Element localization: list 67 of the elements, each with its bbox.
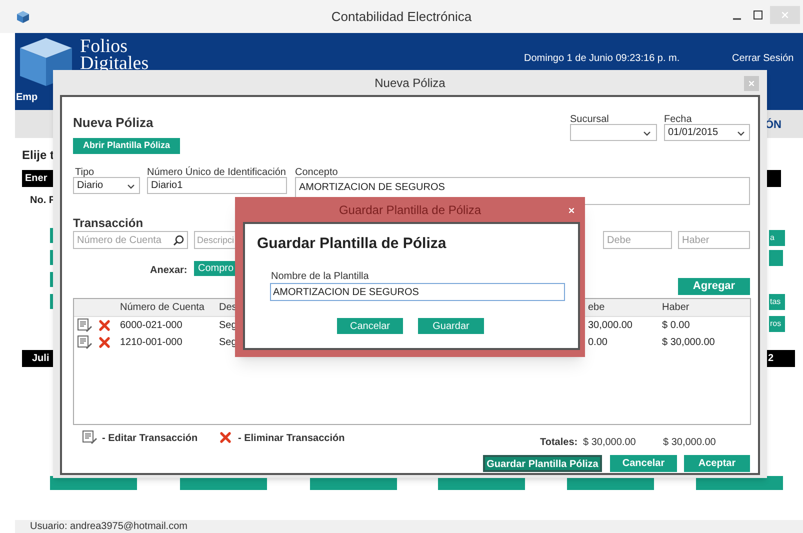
add-button[interactable]: Agregar [678,278,750,295]
legend-text: - Editar Transacción [102,432,198,446]
field-label: Nombre de la Plantilla [271,270,369,284]
close-icon [568,208,574,212]
cube-logo-icon [18,36,74,88]
column-header: ebe [588,301,605,315]
table-cell-text: 1210-001-000 [120,336,182,350]
nav-item[interactable]: Emp [16,90,38,105]
modal-button[interactable]: Cancelar [337,318,403,334]
total-value: $ 30,000.00 [663,436,716,450]
column-header: Haber [662,301,690,315]
field-label: Anexar: [150,264,188,278]
table-cell-text: $ 0.00 [662,319,690,333]
edit-icon [82,430,98,445]
legend-text: - Eliminar Transacción [238,432,345,446]
column-header: Número de Cuenta [120,301,204,315]
form-title: Nueva Póliza [73,114,154,132]
table-cell-text: 30,000.00 [588,319,632,333]
month-bar: 2 [765,350,795,367]
delete-icon [219,431,232,444]
delete-icon[interactable] [98,336,111,349]
dialog-title: Nueva Póliza [374,74,446,92]
search-icon [173,234,184,246]
edit-icon[interactable] [77,318,93,333]
date-time: Domingo 1 de Junio 09:23:16 p. m. [524,52,680,66]
branch-select[interactable] [570,124,657,141]
brand-name: Folios [80,38,128,56]
side-button[interactable]: a [769,230,785,246]
account-search-field[interactable]: Número de Cuenta [73,231,188,249]
field-label: Número Único de Identificación [147,165,286,180]
field-label: Fecha [664,113,692,127]
field-label: Tipo [75,166,94,180]
logout-link[interactable]: Cerrar Sesión [732,51,794,66]
section-title: Transacción [73,215,144,232]
type-select[interactable]: Diario [73,177,140,194]
maximize-icon[interactable] [753,10,763,20]
modal-button[interactable]: Guardar [418,318,484,334]
credit-field[interactable]: Haber [678,231,750,249]
debit-field[interactable]: Debe [603,231,672,249]
identifier-field[interactable]: Diario1 [147,177,287,194]
open-template-button[interactable]: Abrir Plantilla Póliza [73,138,180,154]
user-label: Usuario: andrea3975@hotmail.com [30,521,188,532]
brand-name: Digitales [80,55,149,73]
field-label: Concepto [295,166,338,180]
dialog-button[interactable]: Guardar Plantilla Póliza [483,455,602,472]
side-button[interactable]: ros [769,316,785,332]
date-select[interactable]: 01/01/2015 [664,124,750,141]
table-cell-text: 6000-021-000 [120,319,182,333]
total-value: $ 30,000.00 [583,436,636,450]
delete-icon[interactable] [98,319,111,332]
cube-icon [16,11,30,23]
table-cell-text: $ 30,000.00 [662,336,715,350]
template-name-field[interactable]: AMORTIZACION DE SEGUROS [270,283,565,301]
dialog-button[interactable]: Aceptar [684,455,750,472]
table-cell-text: 0.00 [588,336,608,350]
dialog-button[interactable]: Cancelar [610,455,677,472]
chevron-down-icon [642,128,652,136]
chevron-down-icon [126,182,136,190]
close-icon [749,81,754,86]
edit-icon[interactable] [77,335,93,350]
modal-heading: Guardar Plantilla de Póliza [257,234,446,254]
close-icon [782,12,788,18]
totals-label: Totales: [540,436,578,450]
field-label: Sucursal [570,113,609,127]
window-title: Contabilidad Electrónica [331,8,472,26]
chevron-down-icon [736,128,746,136]
side-button[interactable]: tas [769,294,785,310]
